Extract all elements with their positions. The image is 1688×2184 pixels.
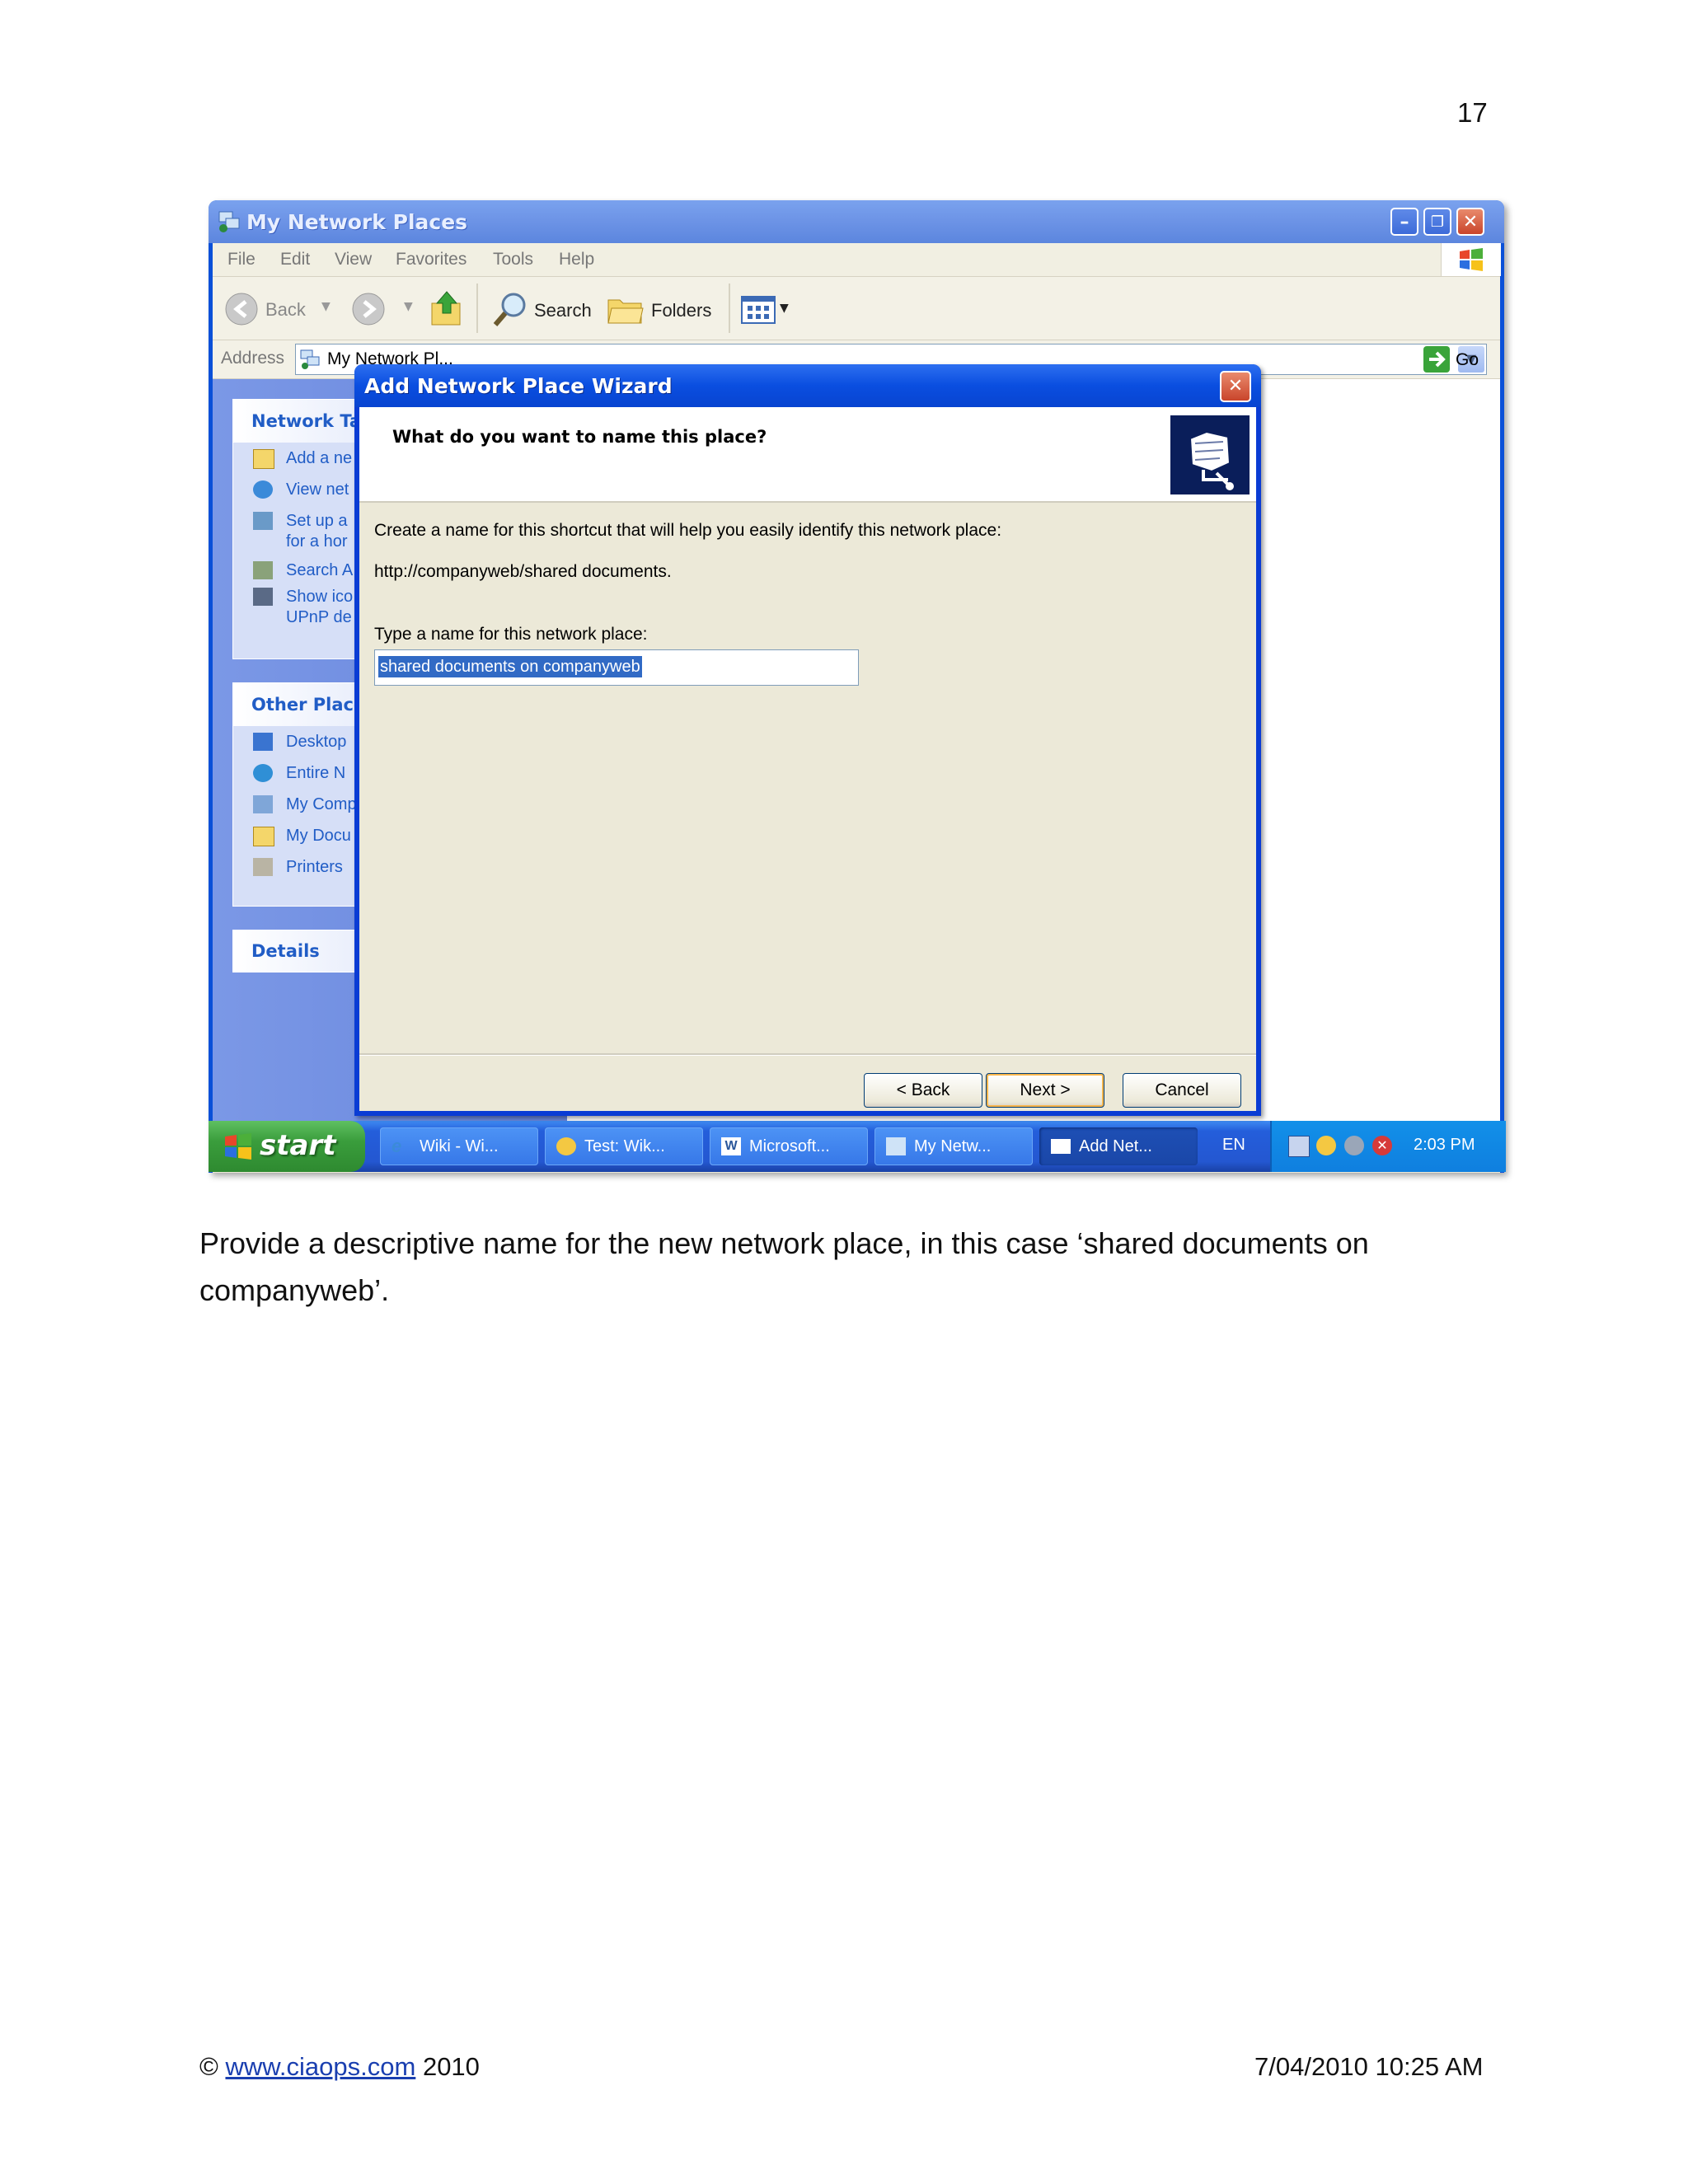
clock[interactable]: 2:03 PM — [1414, 1136, 1475, 1155]
printer-icon — [253, 858, 273, 876]
close-button[interactable]: ✕ — [1456, 208, 1484, 236]
back-arrow-icon — [225, 293, 258, 326]
network-places-icon — [218, 211, 240, 232]
search-label: Search — [534, 300, 592, 321]
forward-dropdown-icon[interactable]: ▼ — [404, 300, 413, 313]
back-button[interactable]: Back ▼ — [224, 292, 331, 326]
wizard-close-button[interactable]: ✕ — [1220, 371, 1251, 402]
toolbar: Back ▼ ▼ Search Folders ▼ — [213, 277, 1500, 340]
footer-year: 2010 — [422, 2052, 480, 2081]
copyright-symbol: © — [199, 2052, 218, 2081]
search-button[interactable]: Search — [491, 290, 598, 328]
upnp-device-icon — [253, 588, 273, 606]
go-button[interactable]: Go — [1419, 344, 1493, 375]
search-icon — [493, 293, 526, 326]
wizard-title-bar[interactable]: Add Network Place Wizard ✕ — [354, 364, 1261, 407]
start-label: start — [260, 1129, 336, 1162]
menu-bar: File Edit View Favorites Tools Help — [213, 243, 1501, 277]
wizard-footer-divider — [359, 1053, 1256, 1056]
wizard-heading: What do you want to name this place? — [392, 427, 767, 447]
views-dropdown-icon: ▼ — [780, 302, 789, 315]
restore-button[interactable]: ❐ — [1423, 208, 1451, 236]
go-label: Go — [1456, 350, 1479, 369]
network-folder-icon — [1170, 415, 1250, 494]
language-indicator[interactable]: EN — [1222, 1136, 1245, 1155]
views-button[interactable]: ▼ — [740, 293, 798, 326]
network-place-name-value: shared documents on companyweb — [378, 656, 642, 677]
wizard-instruction: Create a name for this shortcut that wil… — [374, 521, 1002, 540]
outlook-tray-icon[interactable] — [1316, 1136, 1336, 1155]
menu-view[interactable]: View — [335, 250, 372, 269]
minimize-button[interactable]: – — [1390, 208, 1418, 236]
menu-tools[interactable]: Tools — [493, 250, 533, 269]
name-field-label: Type a name for this network place: — [374, 625, 648, 644]
word-icon: W — [721, 1137, 741, 1155]
taskbar-item-my-network[interactable]: My Netw... — [874, 1127, 1033, 1165]
toolbar-separator — [729, 284, 730, 333]
footer-timestamp: 7/04/2010 10:25 AM — [1254, 2052, 1484, 2081]
back-label: Back — [265, 299, 306, 320]
network-places-icon — [886, 1137, 906, 1155]
wizard-header: What do you want to name this place? — [359, 407, 1256, 503]
back-button-wizard[interactable]: < Back — [864, 1073, 982, 1108]
menu-file[interactable]: File — [227, 250, 256, 269]
start-button[interactable]: start — [209, 1121, 365, 1172]
globe-icon — [253, 480, 273, 499]
explorer-title-bar[interactable]: My Network Places – ❐ ✕ — [209, 200, 1504, 243]
taskbar-item-test-wiki[interactable]: Test: Wik... — [545, 1127, 703, 1165]
menu-favorites[interactable]: Favorites — [396, 250, 467, 269]
network-tray-icon[interactable] — [1288, 1136, 1310, 1157]
next-button[interactable]: Next > — [986, 1073, 1104, 1108]
taskbar-item-wiki[interactable]: e Wiki - Wi... — [380, 1127, 538, 1165]
network-places-icon — [300, 349, 320, 369]
address-label: Address — [221, 349, 285, 368]
explorer-title: My Network Places — [246, 210, 468, 234]
system-tray: ✕ 2:03 PM — [1270, 1121, 1506, 1172]
entire-network-icon — [253, 764, 273, 782]
internet-explorer-icon: e — [392, 1136, 402, 1156]
forward-arrow-icon[interactable] — [351, 292, 386, 326]
wizard-title: Add Network Place Wizard — [364, 374, 673, 398]
search-directory-icon — [253, 561, 273, 579]
page-number: 17 — [1457, 97, 1488, 128]
windows-logo — [1441, 243, 1501, 276]
views-icon — [741, 296, 776, 324]
network-place-url: http://companyweb/shared documents. — [374, 562, 672, 581]
wizard-body: What do you want to name this place? Cre… — [359, 407, 1256, 1111]
home-network-icon — [253, 512, 273, 530]
outlook-icon — [556, 1137, 576, 1155]
my-computer-icon — [253, 795, 273, 813]
desktop-icon — [253, 733, 273, 751]
folders-button[interactable]: Folders — [607, 290, 722, 328]
back-dropdown-icon[interactable]: ▼ — [321, 300, 331, 313]
network-place-name-input[interactable]: shared documents on companyweb — [374, 649, 859, 686]
volume-tray-icon[interactable] — [1344, 1136, 1364, 1155]
toolbar-separator — [476, 284, 478, 333]
security-alert-icon[interactable]: ✕ — [1372, 1136, 1392, 1155]
menu-edit[interactable]: Edit — [280, 250, 310, 269]
footer-link[interactable]: www.ciaops.com — [225, 2052, 415, 2081]
add-place-icon — [253, 449, 274, 469]
up-folder-icon[interactable] — [429, 288, 465, 328]
taskbar-item-add-network[interactable]: Add Net... — [1039, 1127, 1198, 1165]
go-arrow-icon — [1423, 346, 1450, 373]
taskbar: start e Wiki - Wi... Test: Wik... W Micr… — [209, 1121, 1506, 1172]
folders-icon — [607, 299, 644, 324]
caption: Provide a descriptive name for the new n… — [199, 1226, 1369, 1307]
add-network-place-wizard: Add Network Place Wizard ✕ What do you w… — [354, 364, 1261, 1116]
my-documents-icon — [253, 827, 274, 846]
taskbar-item-microsoft-word[interactable]: W Microsoft... — [710, 1127, 868, 1165]
window-icon — [1051, 1139, 1071, 1154]
windows-flag-icon — [225, 1133, 251, 1160]
windows-flag-icon — [1460, 248, 1483, 271]
folders-label: Folders — [651, 300, 712, 321]
cancel-button[interactable]: Cancel — [1123, 1073, 1241, 1108]
footer-copyright: © www.ciaops.com 2010 — [199, 2052, 480, 2082]
menu-help[interactable]: Help — [559, 250, 594, 269]
